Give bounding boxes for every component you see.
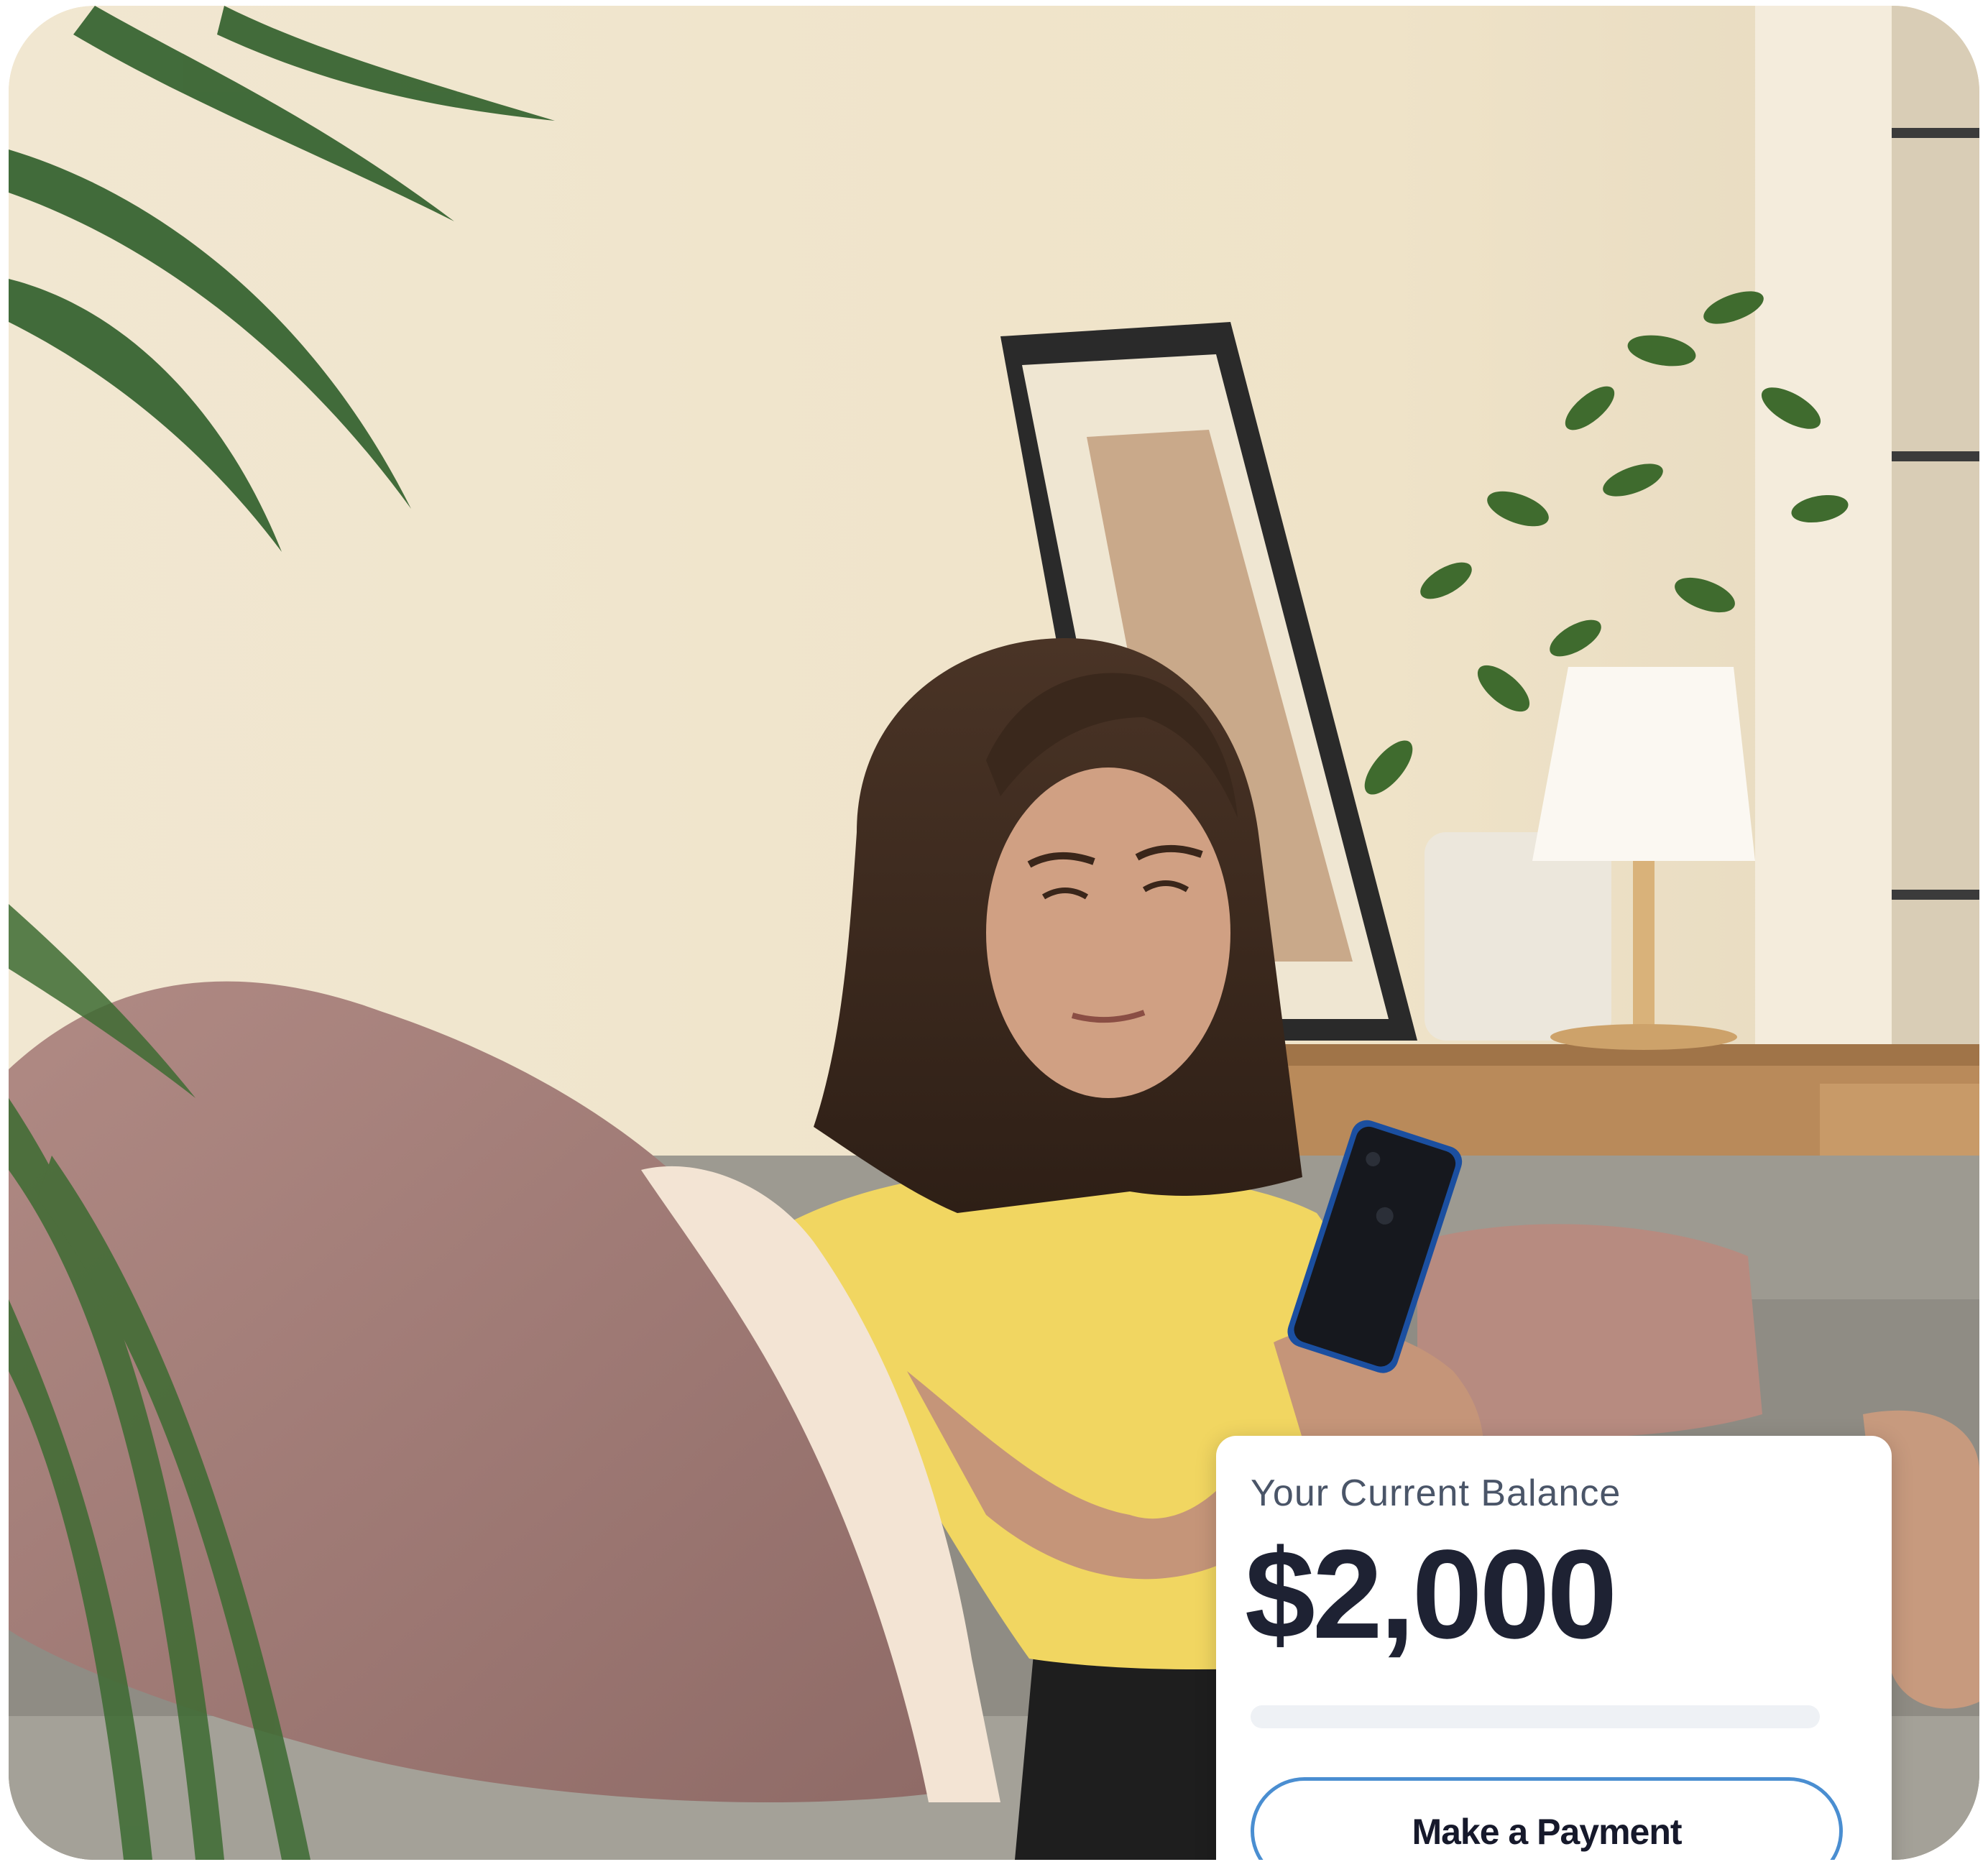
balance-amount: $2,000 [1245, 1524, 1617, 1665]
balance-progress-bar [1251, 1705, 1820, 1728]
make-payment-button-label: Make a Payment [1412, 1812, 1682, 1852]
make-payment-button[interactable]: Make a Payment [1251, 1777, 1843, 1860]
balance-card: Your Current Balance $2,000 Make a Payme… [1216, 1436, 1892, 1860]
hero-photo-frame: Your Current Balance $2,000 Make a Payme… [9, 6, 1979, 1860]
balance-label: Your Current Balance [1251, 1472, 1621, 1514]
